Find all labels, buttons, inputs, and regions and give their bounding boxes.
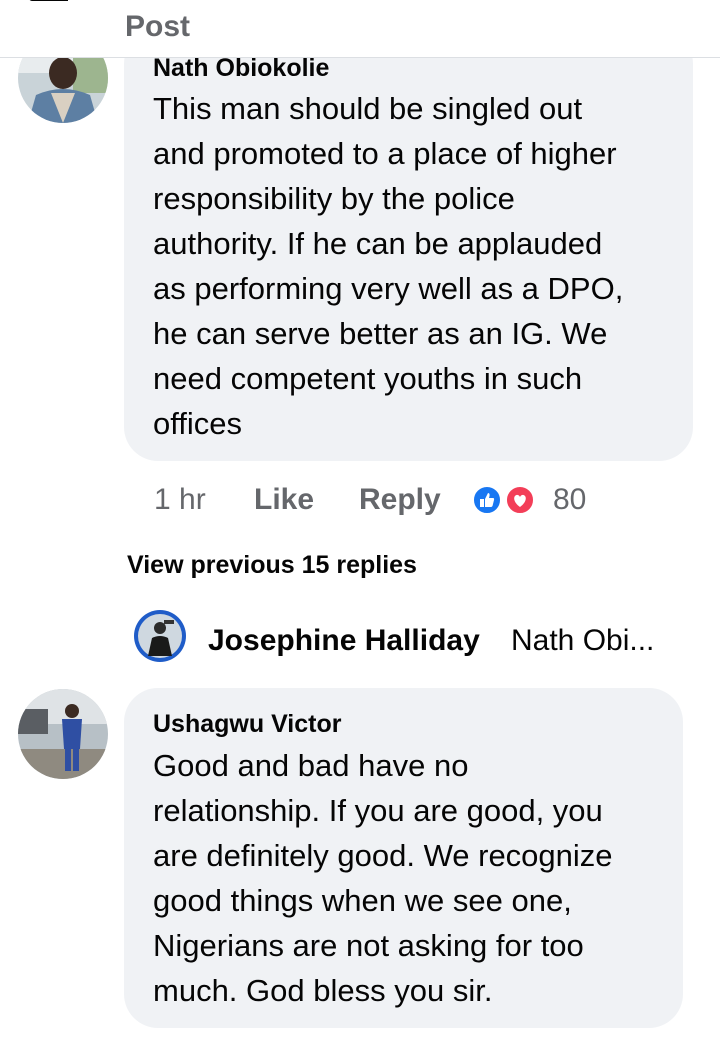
comment-line: authority. If he can be applauded xyxy=(153,226,603,261)
comment-line: This man should be singled out xyxy=(153,91,583,126)
comment-line: are definitely good. We recognize xyxy=(153,838,613,873)
partial-reactions xyxy=(470,1046,530,1053)
comment-line: Good and bad have no xyxy=(153,748,469,783)
post-comments-page: Post Nath Obiokolie This man should be s… xyxy=(0,0,720,1053)
comment-line: need competent youths in such xyxy=(153,361,583,396)
like-icon[interactable] xyxy=(472,485,502,515)
comment-line: much. God bless you sir. xyxy=(153,973,493,1008)
page-title: Post xyxy=(125,10,191,43)
comment-line: offices xyxy=(153,406,243,441)
reaction-count[interactable]: 80 xyxy=(553,483,586,517)
top-bar: Post xyxy=(0,0,720,58)
avatar[interactable] xyxy=(18,689,108,779)
comment-line: good things when we see one, xyxy=(153,883,572,918)
comment-author[interactable]: Ushagwu Victor xyxy=(153,710,341,739)
love-icon[interactable] xyxy=(505,485,535,515)
comment-line: as performing very well as a DPO, xyxy=(153,271,624,306)
view-previous-replies-link[interactable]: View previous 15 replies xyxy=(127,551,417,580)
avatar[interactable] xyxy=(134,610,186,662)
comment-line: relationship. If you are good, you xyxy=(153,793,603,828)
comment-line: Nigerians are not asking for too xyxy=(153,928,584,963)
comment-actions: 1 hr Like Reply 80 xyxy=(0,483,720,519)
comment-timestamp: 1 hr xyxy=(154,483,206,516)
comment-author[interactable]: Nath Obiokolie xyxy=(153,54,329,83)
back-arrow-icon[interactable] xyxy=(28,0,71,16)
comment-text: This man should be singled out and promo… xyxy=(153,86,623,446)
comment-line: he can serve better as an IG. We xyxy=(153,316,608,351)
comment-line: responsibility by the police xyxy=(153,181,515,216)
reply-preview-text[interactable]: Nath Obi... xyxy=(511,624,654,658)
comment-line: and promoted to a place of higher xyxy=(153,136,617,171)
reply-author[interactable]: Josephine Halliday xyxy=(208,624,480,658)
reply-button[interactable]: Reply xyxy=(359,483,441,517)
like-button[interactable]: Like xyxy=(254,483,314,517)
comment-text: Good and bad have no relationship. If yo… xyxy=(153,743,613,1013)
